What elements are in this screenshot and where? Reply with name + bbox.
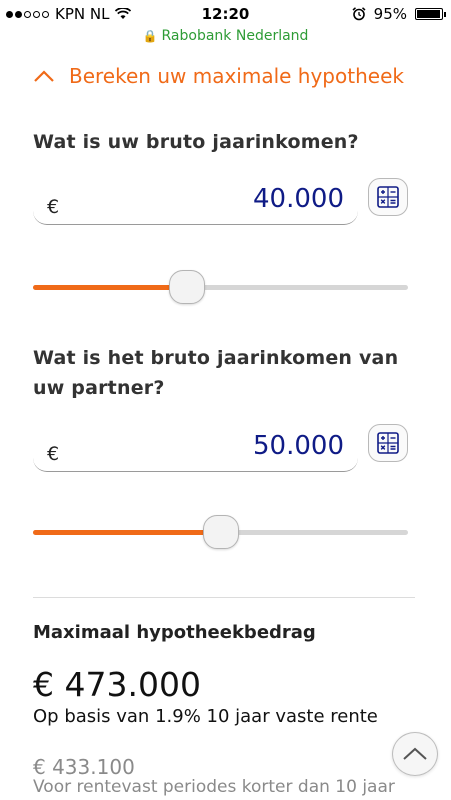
scroll-to-top-button[interactable]: [392, 732, 438, 776]
income-slider[interactable]: [33, 268, 408, 308]
slider-thumb[interactable]: [202, 515, 239, 549]
url-bar[interactable]: 🔒 Rabobank Nederland: [0, 28, 451, 50]
lock-icon: 🔒: [142, 29, 158, 43]
partner-income-value[interactable]: 50.000: [253, 431, 344, 461]
partner-income-calculator-button[interactable]: [368, 424, 408, 462]
divider: [33, 597, 415, 598]
chevron-up-icon: [34, 70, 54, 82]
income-calculator-button[interactable]: [368, 178, 408, 216]
slider-fill: [33, 530, 221, 535]
alt-rate-note: Voor rentevast periodes korter dan 10 ja…: [33, 777, 395, 797]
income-field[interactable]: € 40.000: [33, 180, 358, 225]
chevron-up-icon: [403, 747, 427, 760]
partner-income-question: Wat is het bruto jaarinkomen van uw part…: [33, 347, 399, 399]
calculator-icon: [377, 432, 399, 454]
partner-income-slider[interactable]: [33, 513, 408, 553]
slider-thumb[interactable]: [168, 270, 205, 304]
battery-percentage: 95%: [373, 5, 407, 23]
income-question: Wat is uw bruto jaarinkomen?: [33, 131, 359, 153]
section-toggle[interactable]: Bereken uw maximale hypotheek: [33, 64, 404, 88]
status-bar: KPN NL 12:20 95%: [0, 0, 451, 30]
battery-icon: [415, 8, 446, 20]
result-title: Maximaal hypotheekbedrag: [33, 622, 316, 643]
calculator-icon: [377, 186, 399, 208]
max-mortgage-amount: € 473.000: [33, 665, 201, 704]
partner-income-field[interactable]: € 50.000: [33, 427, 358, 472]
section-title: Bereken uw maximale hypotheek: [69, 64, 404, 88]
income-value[interactable]: 40.000: [253, 184, 344, 214]
alt-mortgage-amount: € 433.100: [33, 755, 135, 779]
site-name: Rabobank Nederland: [161, 28, 309, 44]
alarm-icon: [352, 7, 366, 21]
currency-symbol: €: [47, 196, 60, 218]
currency-symbol: €: [47, 443, 60, 465]
rate-basis: Op basis van 1.9% 10 jaar vaste rente: [33, 706, 378, 727]
slider-fill: [33, 285, 187, 290]
